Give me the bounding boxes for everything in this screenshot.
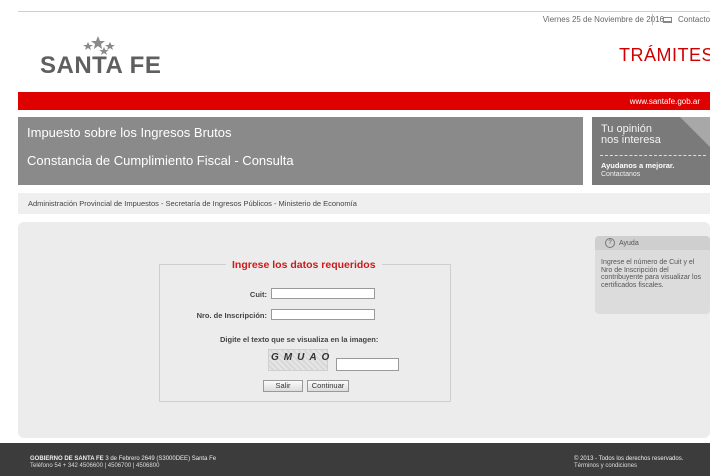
feedback-contact-link[interactable]: Contactanos (601, 171, 640, 178)
cuit-input[interactable] (271, 288, 375, 299)
header-separator (652, 14, 653, 25)
footer-copyright: © 2013 - Todos los derechos reservados. (574, 456, 684, 462)
footer-address: GOBIERNO DE SANTA FE 3 de Febrero 2649 (… (30, 456, 216, 462)
page-title: Impuesto sobre los Ingresos Brutos (27, 125, 232, 140)
top-divider (18, 11, 710, 12)
query-form (159, 264, 451, 402)
feedback-cta[interactable]: Ayudanos a mejorar. (601, 161, 675, 170)
site-url-link[interactable]: www.santafe.gob.ar (630, 97, 700, 106)
santa-fe-logo-text[interactable]: SANTA FE (40, 52, 161, 80)
form-legend: Ingrese los datos requeridos (226, 259, 382, 271)
captcha-input[interactable] (336, 358, 399, 371)
captcha-prompt: Digite el texto que se visualiza en la i… (220, 335, 379, 344)
help-title: Ayuda (619, 240, 639, 247)
salir-button[interactable]: Salir (263, 380, 303, 392)
continuar-button[interactable]: Continuar (307, 380, 349, 392)
inscripcion-label: Nro. de Inscripción: (196, 311, 267, 320)
footer-phone: Teléfono 54 + 342 4506600 | 4506700 | 45… (30, 463, 160, 469)
brand-bar: www.santafe.gob.ar (18, 92, 710, 110)
mail-icon[interactable] (663, 17, 672, 23)
section-title: TRÁMITES (619, 45, 710, 65)
help-text: Ingrese el número de Cuit y el Nro de In… (601, 259, 701, 289)
footer-terms-link[interactable]: Términos y condiciones (574, 463, 637, 469)
inscripcion-input[interactable] (271, 309, 375, 320)
contact-link[interactable]: Contacto (678, 15, 710, 24)
cuit-label: Cuit: (249, 290, 267, 299)
help-question-icon: ? (605, 238, 615, 248)
footer-address-text: 3 de Febrero 2649 (S3000DEE) Santa Fe (105, 456, 217, 462)
feedback-heading-line2: nos interesa (601, 134, 661, 146)
page-fold-corner (680, 117, 710, 147)
breadcrumb-text: Administración Provincial de Impuestos -… (28, 199, 357, 208)
feedback-divider (600, 155, 706, 156)
page-subtitle: Constancia de Cumplimiento Fiscal - Cons… (27, 153, 294, 168)
captcha-text: GMUAO (271, 352, 335, 363)
footer-org: GOBIERNO DE SANTA FE (30, 456, 104, 462)
current-date: Viernes 25 de Noviembre de 2016 (542, 15, 664, 24)
